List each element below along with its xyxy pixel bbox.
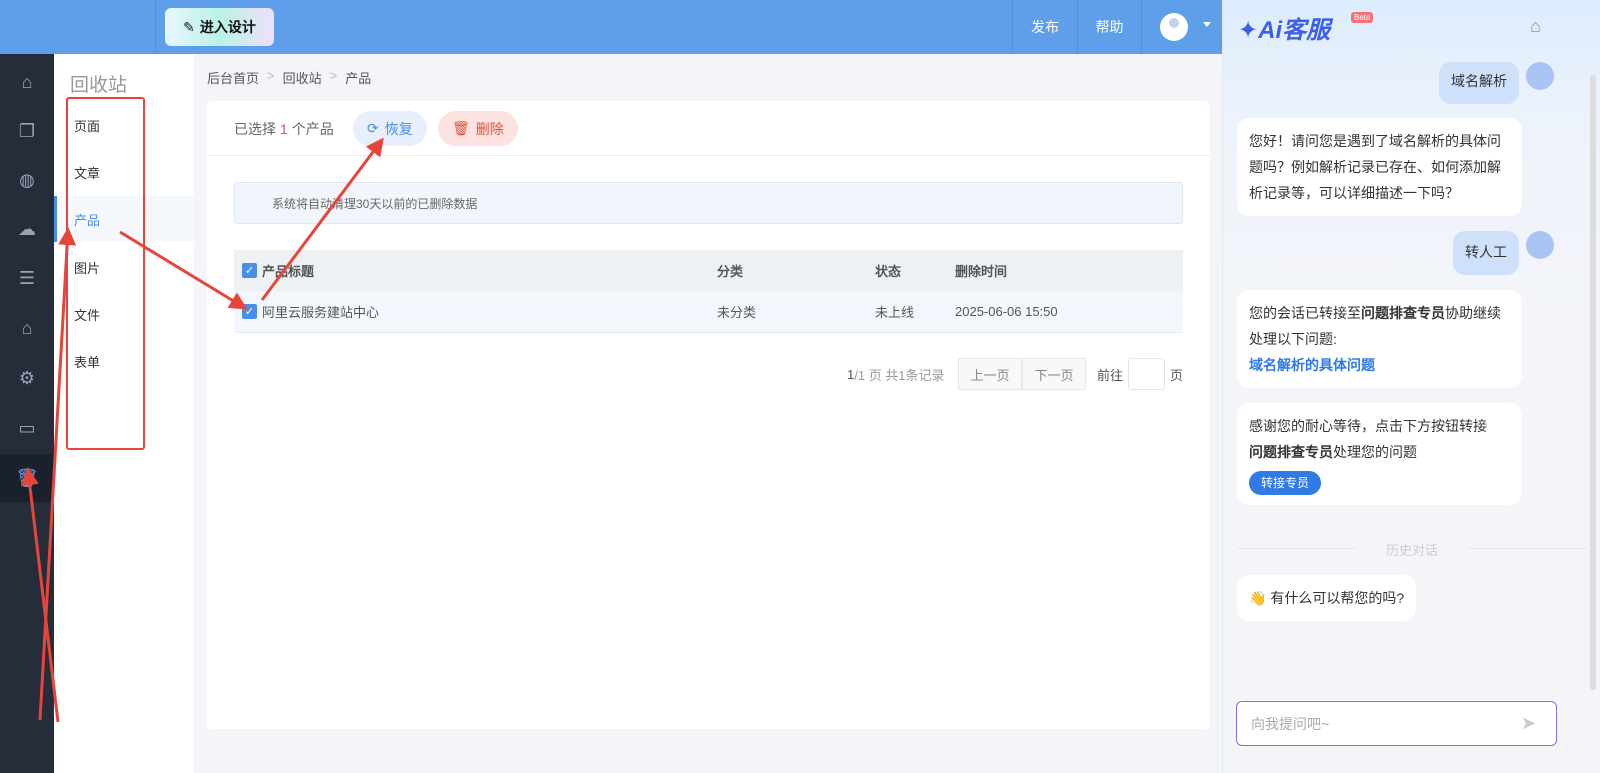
pages-icon[interactable]: ❐ xyxy=(0,107,54,155)
next-page-button[interactable]: 下一页 xyxy=(1022,358,1086,390)
history-divider: 历史对话 xyxy=(1237,540,1587,559)
crumb-home[interactable]: 后台首页 xyxy=(207,68,259,87)
ai-logo: ✦Ai客服 xyxy=(1238,17,1331,44)
crumb-recycle[interactable]: 回收站 xyxy=(283,68,322,87)
submenu-item-pages[interactable]: 页面 xyxy=(54,102,194,148)
prev-page-button[interactable]: 上一页 xyxy=(958,358,1022,390)
divider xyxy=(155,0,156,54)
breadcrumb: 后台首页 > 回收站 > 产品 xyxy=(207,68,372,87)
gear-icon[interactable]: ⚙ xyxy=(0,354,54,402)
refresh-icon: ⟳ xyxy=(367,120,379,136)
transfer-agent-button[interactable]: 转接专员 xyxy=(1249,471,1322,495)
goto-label: 前往 xyxy=(1097,367,1124,383)
chat-input[interactable]: 向我提问吧~ ➤ xyxy=(1236,701,1557,746)
delete-button[interactable]: 🗑 删除 xyxy=(438,111,518,146)
user-message: 域名解析 xyxy=(1439,62,1519,104)
trash-icon: 🗑 xyxy=(452,120,470,136)
page-input[interactable] xyxy=(1128,358,1165,390)
bag-icon[interactable]: ⌂ xyxy=(0,304,54,352)
bot-message: 感谢您的耐心等待，点击下方按钮转接 问题排查专员处理您的问题 转接专员 xyxy=(1237,403,1522,505)
greeting-message: 👋 有什么可以帮您的吗? xyxy=(1237,575,1417,621)
issue-link[interactable]: 域名解析的具体问题 xyxy=(1249,357,1375,373)
crumb-products: 产品 xyxy=(345,71,372,86)
terminal-icon[interactable]: ▭ xyxy=(0,404,54,452)
chat-scrollbar[interactable] xyxy=(1590,75,1596,690)
publish-button[interactable]: 发布 xyxy=(1012,0,1077,54)
planet-icon[interactable]: ◍ xyxy=(0,156,54,204)
divider xyxy=(207,155,1210,156)
table-row[interactable]: ✓ 阿里云服务建站中心 未分类 未上线 2025-06-06 15:50 xyxy=(234,291,1183,333)
submenu-item-forms[interactable]: 表单 xyxy=(54,338,194,384)
trash-icon[interactable]: 🗑 xyxy=(0,454,54,502)
submenu-item-files[interactable]: 文件 xyxy=(54,291,194,337)
enter-design-button[interactable]: ✎ 进入设计 xyxy=(165,8,274,46)
beta-badge: Beta xyxy=(1351,12,1374,23)
submenu-item-articles[interactable]: 文章 xyxy=(54,149,194,195)
row-checkbox[interactable]: ✓ xyxy=(242,304,257,319)
page-unit: 页 xyxy=(1170,367,1184,383)
help-button[interactable]: 帮助 xyxy=(1077,0,1142,54)
clear-icon[interactable]: ⌂ xyxy=(1530,16,1541,37)
submenu-item-images[interactable]: 图片 xyxy=(54,244,194,290)
select-all-checkbox[interactable]: ✓ xyxy=(242,263,257,278)
list-icon[interactable]: ☰ xyxy=(0,254,54,302)
caret-down-icon[interactable] xyxy=(1203,22,1211,31)
submenu-title: 回收站 xyxy=(70,75,128,96)
user-avatar[interactable] xyxy=(1160,13,1188,41)
bot-message: 您好！请问您是遇到了域名解析的具体问题吗？例如解析记录已存在、如何添加解析记录等… xyxy=(1237,118,1522,216)
restore-button[interactable]: ⟳ 恢复 xyxy=(353,111,427,146)
selection-info: 已选择 1 个产品 xyxy=(234,121,334,137)
user-message: 转人工 xyxy=(1453,231,1519,275)
top-bar: ✎ 进入设计 发布 帮助 xyxy=(0,0,1222,54)
page-info: 1/1 页 共1条记录 xyxy=(847,366,945,383)
bot-message: 您的会话已转接至问题排查专员协助继续处理以下问题: 域名解析的具体问题 xyxy=(1237,290,1522,388)
wechat-icon[interactable]: ☁ xyxy=(0,205,54,253)
recycle-submenu: 回收站 页面 文章 产品 图片 文件 表单 xyxy=(54,54,194,773)
table-header: ✓ 产品标题 分类 状态 删除时间 xyxy=(234,250,1183,291)
send-icon[interactable]: ➤ xyxy=(1521,713,1536,734)
user-avatar xyxy=(1526,231,1554,259)
wave-icon: 👋 xyxy=(1249,590,1267,606)
content-card: 已选择 1 个产品 ⟳ 恢复 🗑 删除 系统将自动清理30天以前的已删除数据 ✓ 产品标题… xyxy=(207,101,1210,729)
notice-banner: 系统将自动清理30天以前的已删除数据 xyxy=(234,182,1183,224)
main-sidebar: ⌂ ❐ ◍ ☁ ☰ ⌂ ⚙ ▭ 🗑 xyxy=(0,54,54,773)
submenu-item-products[interactable]: 产品 xyxy=(54,196,194,242)
pencil-icon: ✎ xyxy=(183,18,195,35)
home-icon[interactable]: ⌂ xyxy=(0,58,54,106)
design-label: 进入设计 xyxy=(199,19,256,35)
user-avatar xyxy=(1526,62,1554,90)
ai-chat-panel: ✦Ai客服 Beta ⌂ 域名解析 您好！请问您是遇到了域名解析的具体问题吗？例… xyxy=(1222,0,1600,773)
